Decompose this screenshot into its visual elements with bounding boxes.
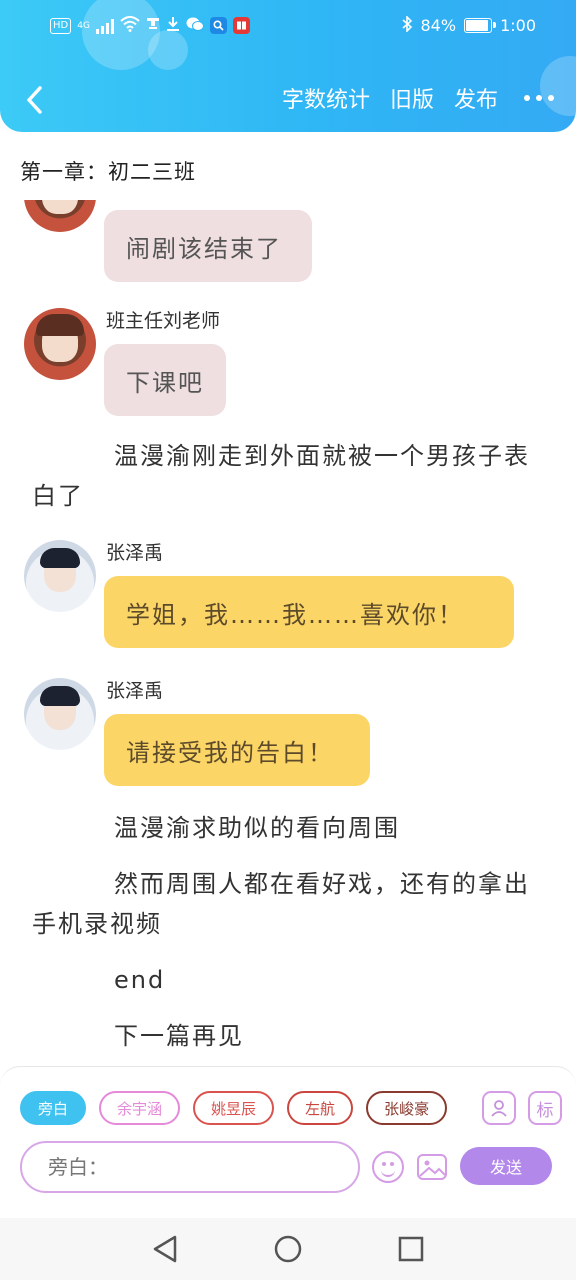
sender-name: 张泽禹: [106, 680, 164, 702]
nav-bar: 字数统计 旧版 发布: [0, 76, 576, 126]
message-input[interactable]: [20, 1141, 360, 1193]
circle-home-icon: [274, 1235, 302, 1263]
system-navigation-bar: [0, 1218, 576, 1280]
square-recents-icon: [398, 1236, 424, 1262]
chat-message: 张泽禹 学姐，我……我……喜欢你！: [0, 538, 576, 658]
tag-button[interactable]: 标: [528, 1091, 562, 1125]
sender-name: 张泽禹: [106, 542, 164, 564]
more-button[interactable]: [518, 95, 554, 101]
story-content[interactable]: 闹剧该结束了 班主任刘老师 下课吧 温漫渝刚走到外面就被一个男孩子表白了 张泽禹…: [0, 200, 576, 1065]
system-back-button[interactable]: [150, 1234, 180, 1264]
add-role-button[interactable]: [482, 1091, 516, 1125]
system-home-button[interactable]: [273, 1234, 303, 1264]
avatar[interactable]: [24, 200, 96, 232]
download-icon: [166, 16, 180, 35]
wechat-icon: [186, 16, 204, 35]
avatar[interactable]: [24, 308, 96, 380]
input-panel: 旁白 余宇涵 姚昱辰 左航 张峻豪 标 发送: [0, 1066, 576, 1219]
person-icon: [491, 1100, 507, 1117]
battery-percent: 84%: [420, 16, 457, 35]
sender-name: 班主任刘老师: [106, 310, 221, 332]
role-chip[interactable]: 余宇涵: [99, 1091, 181, 1125]
triangle-back-icon: [153, 1235, 177, 1263]
image-icon: [417, 1154, 447, 1180]
chat-message: 闹剧该结束了: [0, 200, 576, 282]
book-app-icon: [232, 17, 250, 34]
role-selector: 旁白 余宇涵 姚昱辰 左航 张峻豪: [20, 1091, 448, 1125]
role-chip[interactable]: 姚昱辰: [193, 1091, 275, 1125]
image-button[interactable]: [416, 1151, 448, 1183]
bluetooth-icon: [401, 15, 413, 35]
chat-bubble[interactable]: 下课吧: [104, 344, 226, 416]
narration-text[interactable]: 温漫渝刚走到外面就被一个男孩子表白了: [32, 436, 552, 516]
wifi-icon: [120, 16, 140, 35]
emoji-icon: [381, 1167, 395, 1177]
chat-bubble[interactable]: 学姐，我……我……喜欢你！: [104, 576, 514, 648]
status-bar: HD 4G 84% 1:00: [0, 12, 576, 44]
avatar[interactable]: [24, 540, 96, 612]
narration-text[interactable]: 然而周围人都在看好戏，还有的拿出手机录视频: [32, 864, 552, 944]
publish-button[interactable]: 发布: [454, 82, 498, 114]
send-button[interactable]: 发送: [460, 1147, 552, 1185]
word-count-button[interactable]: 字数统计: [282, 82, 370, 114]
narration-text[interactable]: end: [32, 960, 552, 1000]
chat-message: 班主任刘老师 下课吧: [0, 306, 576, 426]
hd-badge: HD: [50, 17, 72, 34]
battery-icon: [464, 18, 497, 33]
network-type: 4G: [77, 20, 90, 31]
battery-fill: [466, 20, 488, 31]
chat-bubble[interactable]: 闹剧该结束了: [104, 210, 312, 282]
search-app-icon: [209, 17, 227, 34]
notification-icon: [146, 16, 160, 35]
avatar[interactable]: [24, 678, 96, 750]
narration-text[interactable]: 下一篇再见: [32, 1016, 552, 1056]
role-chip[interactable]: 张峻豪: [366, 1091, 448, 1125]
chevron-left-icon: [27, 86, 42, 114]
old-version-button[interactable]: 旧版: [390, 82, 434, 114]
role-chip-narrator[interactable]: 旁白: [20, 1091, 87, 1125]
emoji-button[interactable]: [372, 1151, 404, 1183]
back-button[interactable]: [16, 78, 52, 122]
signal-icon: [95, 18, 114, 34]
chapter-title: 第一章：初二三班: [20, 160, 196, 184]
more-dots-icon: [524, 95, 530, 101]
clock: 1:00: [500, 16, 536, 35]
chat-message: 张泽禹 请接受我的告白！: [0, 676, 576, 796]
chat-bubble[interactable]: 请接受我的告白！: [104, 714, 370, 786]
narration-text[interactable]: 温漫渝求助似的看向周围: [32, 808, 552, 848]
system-recents-button[interactable]: [396, 1234, 426, 1264]
app-header: HD 4G 84% 1:00 字数统计 旧版 发布: [0, 0, 576, 132]
role-chip[interactable]: 左航: [287, 1091, 354, 1125]
